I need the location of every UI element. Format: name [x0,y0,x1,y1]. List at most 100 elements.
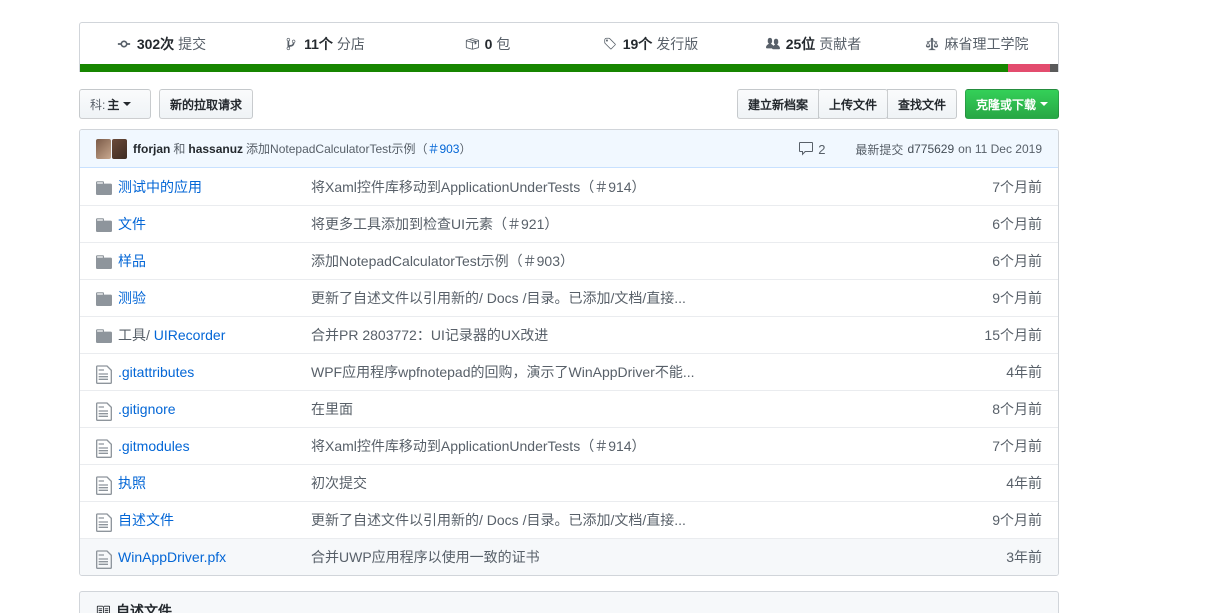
releases-count: 19个 [622,36,653,52]
comment-icon [799,142,814,156]
branches-label: 分店 [336,36,365,52]
commit-message-link[interactable]: 更新了自述文件以引用新的/ Docs /目录。已添加/文档/直接... [311,288,1042,308]
caret-down-icon [1040,102,1049,106]
commit-message-end: ） [459,142,472,156]
file-row: .gitignore 在里面 8个月前 [80,390,1058,427]
commit-message-link[interactable]: 在里面 [311,399,1042,419]
license-link[interactable]: 麻省理工学院 [895,34,1058,54]
commit-message-link[interactable]: 将更多工具添加到检查UI元素（＃921） [311,214,1042,234]
file-row: 文件 将更多工具添加到检查UI元素（＃921） 6个月前 [80,205,1058,242]
file-row: 自述文件 更新了自述文件以引用新的/ Docs /目录。已添加/文档/直接... 9… [80,501,1058,538]
language-segment-misc [1050,64,1058,72]
contributors-link[interactable]: 25位 贡献者 [732,34,895,54]
file-name: .gitignore [118,401,176,417]
commit-age: 4年前 [1006,364,1042,380]
commit-message-link[interactable]: 更新了自述文件以引用新的/ Docs /目录。已添加/文档/直接... [311,510,1042,530]
package-icon [465,38,479,50]
file-name: 文件 [118,216,146,232]
commit-message-link[interactable]: WPF应用程序wpfnotepad的回购，演示了WinAppDriver不能..… [311,362,1042,382]
upload-files-button[interactable]: 上传文件 [818,89,888,119]
directory-path-prefix: 工具/ [118,327,154,343]
commit-message-text: 添加NotepadCalculatorTest示例（ [246,142,428,156]
file-row: 工具/ UIRecorder 合并PR 2803772：UI记录器的UX改进 15个… [80,316,1058,353]
packages-count: 0 [484,36,493,52]
releases-link[interactable]: 19个 发行版 [569,34,732,54]
directory-link[interactable]: 样品 [118,251,311,271]
latest-commit-bar: fforjan 和 hassanuz 添加NotepadCalculatorTe… [80,130,1058,168]
branch-icon [286,37,296,51]
avatar[interactable] [96,138,111,159]
commit-age: 7个月前 [992,438,1042,454]
commit-comments-count: 2 [818,141,826,157]
packages-link[interactable]: 0 包 [406,34,569,54]
file-row: 测验 更新了自述文件以引用新的/ Docs /目录。已添加/文档/直接... 9个月… [80,279,1058,316]
avatar-stack[interactable] [96,138,127,159]
folder-icon [96,179,112,195]
commit-message-link[interactable]: 将Xaml控件库移动到ApplicationUnderTests（＃914） [311,436,1042,456]
commit-and-text: 和 [173,142,186,156]
new-pull-request-button[interactable]: 新的拉取请求 [159,89,253,119]
releases-label: 发行版 [656,36,699,52]
file-name: 执照 [118,475,146,491]
commits-label: 提交 [178,36,207,52]
license-label: 麻省理工学院 [944,36,1029,52]
commit-meta: 2 最新提交 d775629 on 11 Dec 2019 [798,130,1042,168]
branch-name: 主 [107,97,120,112]
commit-message-link[interactable]: 合并PR 2803772：UI记录器的UX改进 [311,325,1042,345]
directory-link[interactable]: 测验 [118,288,311,308]
commit-coauthor-link[interactable]: hassanuz [188,142,243,156]
commit-comments-link[interactable]: 2 [798,141,825,157]
branches-link[interactable]: 11个 分店 [243,34,406,54]
directory-link[interactable]: 文件 [118,214,311,234]
commits-link[interactable]: 302次 提交 [80,34,243,54]
file-icon [96,512,112,532]
folder-icon [96,253,112,269]
commit-age: 6个月前 [992,253,1042,269]
commit-age: 7个月前 [992,178,1042,195]
commit-age: 15个月前 [984,327,1042,343]
file-row: WinAppDriver.pfx 合并UWP应用程序以使用一致的证书 3年前 [80,538,1058,575]
clone-download-button[interactable]: 克隆或下载 [965,89,1059,119]
directory-link[interactable]: 测试中的应用 [118,177,311,197]
file-list: fforjan 和 hassanuz 添加NotepadCalculatorTe… [79,129,1059,576]
commit-sha-link[interactable]: d775629 [907,142,954,156]
clone-download-label: 克隆或下载 [976,97,1037,112]
commit-age: 4年前 [1006,475,1042,491]
law-icon [925,37,938,51]
file-link[interactable]: 执照 [118,473,311,493]
commit-message-link[interactable]: 将Xaml控件库移动到ApplicationUnderTests（＃914） [311,177,1042,197]
commit-message-link[interactable]: 合并UWP应用程序以使用一致的证书 [311,547,1042,567]
create-new-file-button[interactable]: 建立新档案 [737,89,819,119]
commit-issue-link[interactable]: ＃903 [427,142,459,156]
find-file-button[interactable]: 查找文件 [887,89,957,119]
directory-link[interactable]: 工具/ UIRecorder [118,325,311,345]
contributors-label: 贡献者 [819,36,862,52]
latest-commit-label: 最新提交 [855,142,904,157]
commit-message-link[interactable]: 添加NotepadCalculatorTest示例（＃903） [311,251,1042,271]
file-row: .gitattributes WPF应用程序wpfnotepad的回购，演示了Wi… [80,353,1058,390]
file-icon [96,549,112,569]
commit-message-link[interactable]: 初次提交 [311,473,1042,493]
file-link[interactable]: .gitattributes [118,364,311,380]
commit-author-link[interactable]: fforjan [133,142,170,156]
book-icon [96,605,110,613]
branch-select-button[interactable]: 科: 主 [79,89,151,119]
avatar[interactable] [112,138,127,159]
readme-title[interactable]: 自述文件 [116,601,172,613]
file-link[interactable]: 自述文件 [118,510,311,530]
file-link[interactable]: .gitmodules [118,438,311,454]
folder-icon [96,216,112,232]
file-name: UIRecorder [153,327,226,343]
commit-message[interactable]: 添加NotepadCalculatorTest示例（＃903） [246,140,471,157]
file-link[interactable]: WinAppDriver.pfx [118,549,311,565]
commit-age: 9个月前 [992,290,1042,306]
commit-age: 9个月前 [992,512,1042,528]
file-link[interactable]: .gitignore [118,401,311,417]
file-row: 样品 添加NotepadCalculatorTest示例（＃903） 6个月前 [80,242,1058,279]
language-bar [80,64,1058,72]
file-name: 样品 [118,253,146,269]
file-name: WinAppDriver.pfx [118,549,227,565]
tag-icon [604,37,616,50]
file-row: .gitmodules 将Xaml控件库移动到ApplicationUnderTe… [80,427,1058,464]
file-row: 测试中的应用 将Xaml控件库移动到ApplicationUnderTests（＃… [80,168,1058,205]
